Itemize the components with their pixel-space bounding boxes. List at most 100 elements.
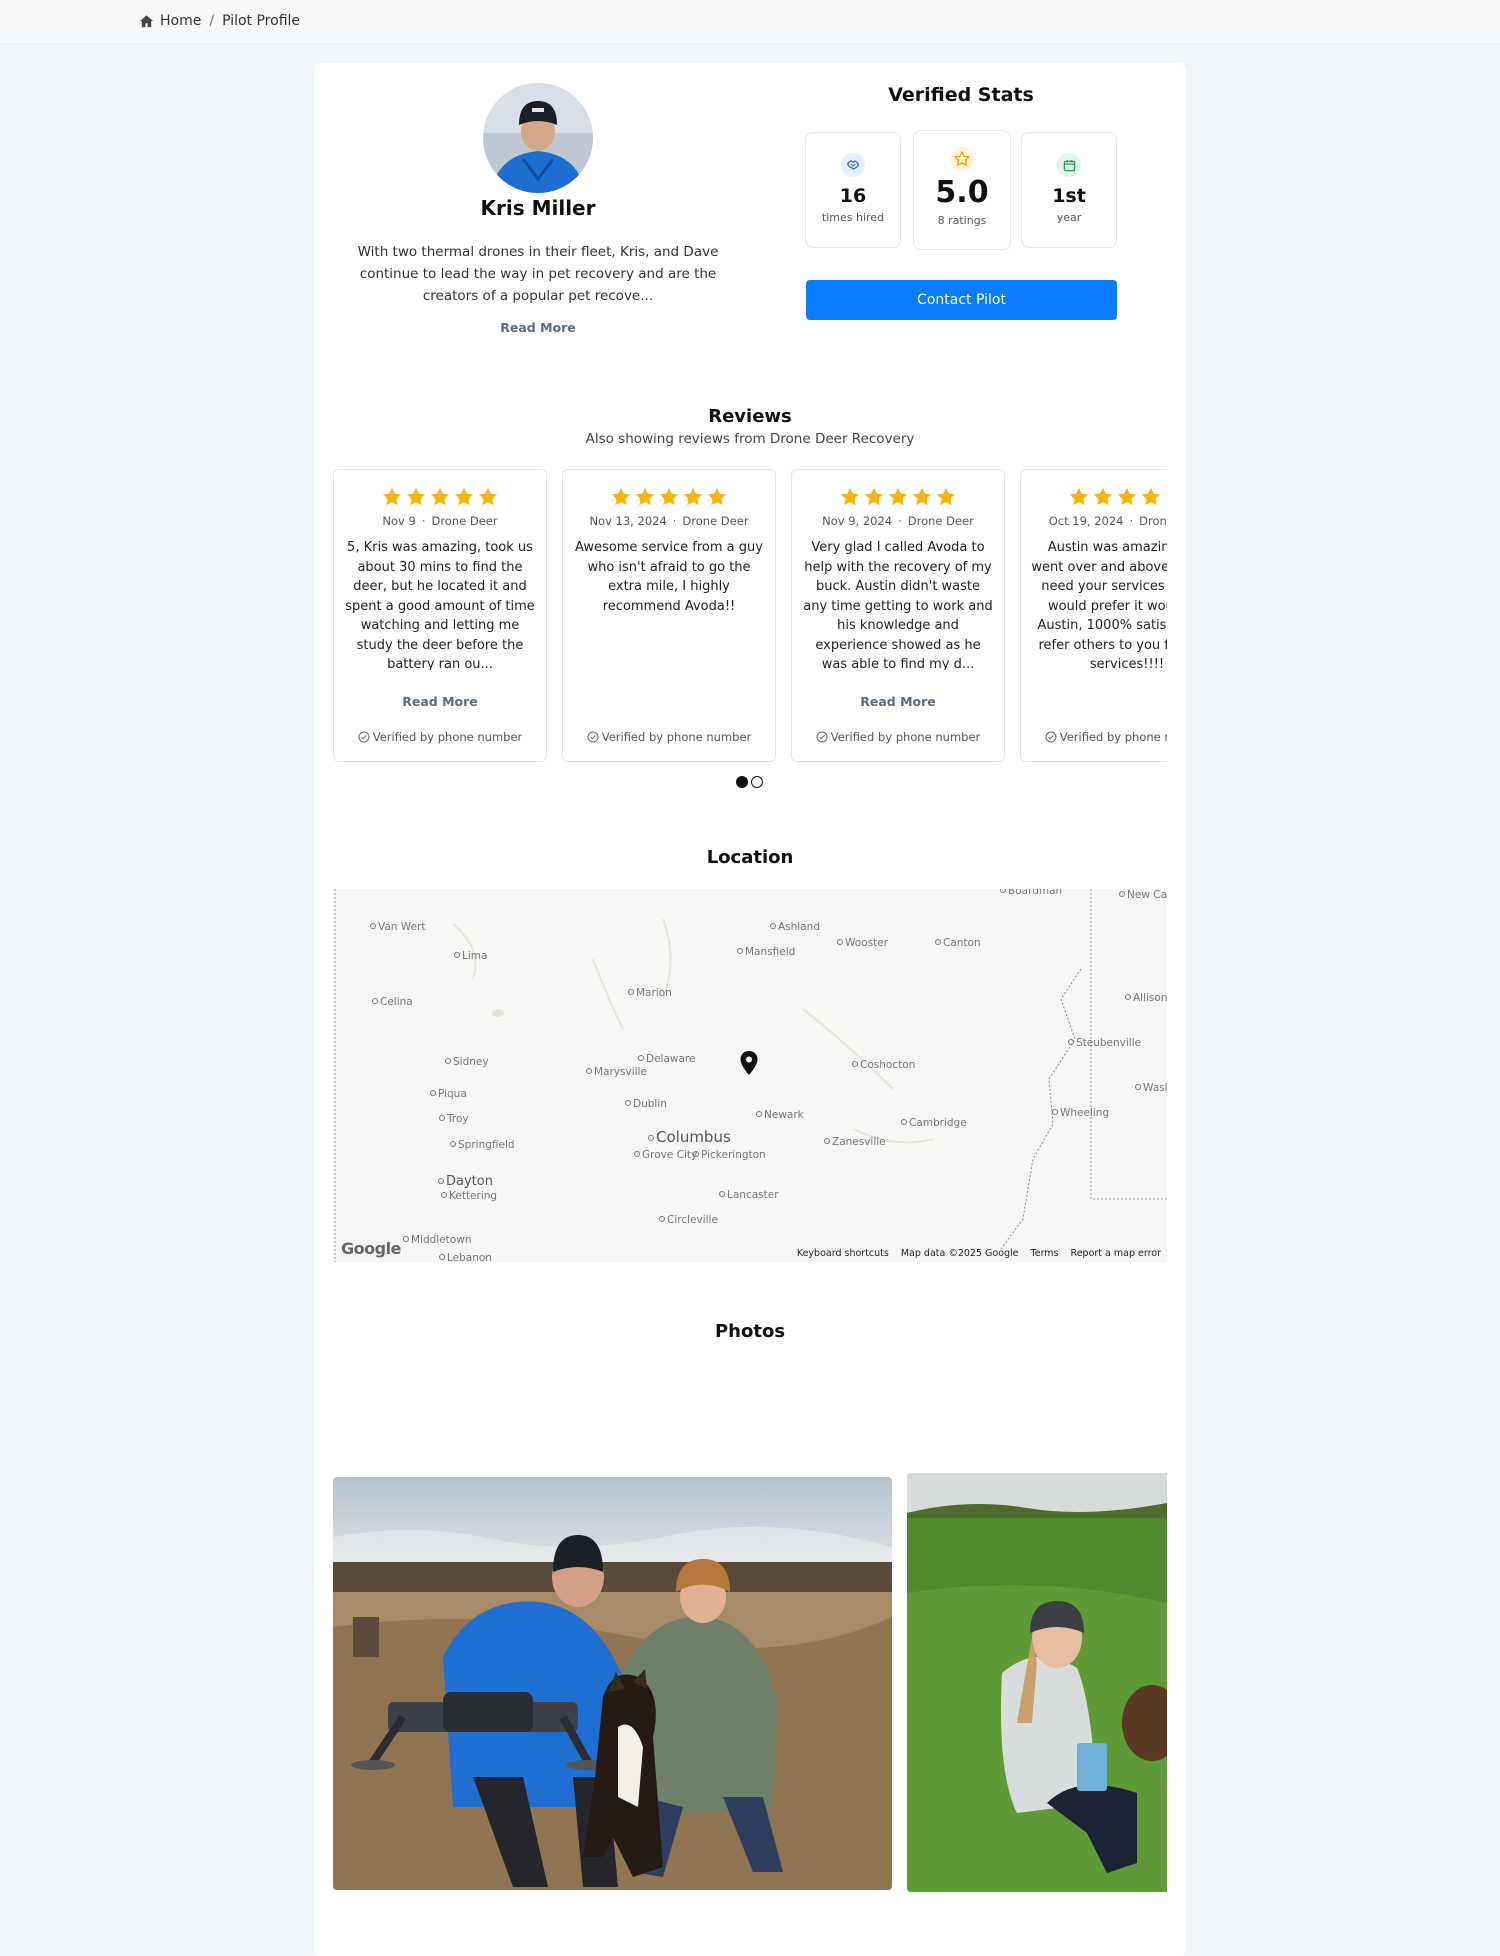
stat-times-hired: 16 times hired [805, 132, 901, 248]
map-city-label: Celina [372, 996, 413, 1008]
keyboard-shortcuts-link[interactable]: Keyboard shortcuts [797, 1248, 889, 1259]
star-icon [659, 487, 679, 506]
home-icon[interactable] [139, 14, 154, 29]
map-city-label: Lima [454, 950, 487, 962]
review-date: Nov 9, 2024 [822, 514, 893, 528]
review-source: Drone Deer [907, 514, 974, 528]
check-circle-icon [816, 731, 828, 743]
review-date: Oct 19, 2024 [1048, 514, 1124, 528]
verified-badge: Verified by phone number [563, 730, 775, 744]
map-city-label: Steubenville [1068, 1037, 1141, 1049]
verified-text: Verified by phone number [601, 730, 752, 744]
review-date: Nov 9 [382, 514, 416, 528]
review-text: Awesome service from a guy who isn't afr… [575, 540, 763, 614]
reviews-carousel[interactable]: Nov 9 · Drone Deer 5, Kris was amazing, to… [333, 469, 1167, 763]
map-city-label: Van Wert [370, 921, 425, 933]
reviews-subtitle: Also showing reviews from Drone Deer Rec… [585, 431, 915, 447]
star-icon [1165, 494, 1167, 496]
star-icon [1141, 487, 1161, 506]
carousel-dot[interactable] [736, 776, 748, 788]
map-city-label: Dublin [625, 1098, 667, 1110]
map-city-label: Zanesville [824, 1136, 886, 1148]
map-city-label: Dayton [438, 1174, 493, 1189]
customer-photo[interactable] [907, 1473, 1167, 1892]
verified-text: Verified by phone number [372, 730, 523, 744]
star-icon [430, 487, 450, 506]
map-data-text: Map data ©2025 Google [900, 1248, 1019, 1259]
star-icon [912, 487, 932, 506]
location-map[interactable]: Van Wert Lima Ashland Mansfield Wooster … [333, 889, 1167, 1262]
review-text: Very glad I called Avoda to help with th… [803, 540, 993, 670]
star-icon [683, 487, 703, 506]
star-icon [1093, 487, 1113, 506]
star-icon [1069, 487, 1089, 506]
verified-text: Verified by phone number [1059, 730, 1167, 744]
star-rating [1021, 486, 1167, 508]
review-meta: Nov 9, 2024 · Drone Deer [822, 514, 974, 528]
review-card: Nov 9, 2024 · Drone Deer Very glad I calle… [791, 469, 1005, 762]
map-city-label: Allison P [1125, 992, 1167, 1004]
terms-link[interactable]: Terms [1031, 1248, 1059, 1259]
review-text: 5, Kris was amazing, took us about 30 mi… [345, 540, 535, 670]
top-bar: Home / Pilot Profile [0, 0, 1500, 44]
carousel-pagination [736, 776, 763, 788]
star-icon [382, 487, 402, 506]
review-card: Nov 13, 2024 · Drone Deer Awesome service … [562, 469, 776, 762]
map-city-label: Grove City [634, 1149, 697, 1161]
star-icon [1117, 487, 1137, 506]
stat-rating-caption: 8 ratings [937, 214, 987, 227]
map-pin-icon[interactable] [740, 1051, 758, 1075]
verified-stats-title: Verified Stats [888, 84, 1034, 106]
star-rating [792, 486, 1004, 508]
review-meta: Nov 9 · Drone Deer [382, 514, 498, 528]
avatar [483, 83, 593, 193]
star-icon [888, 487, 908, 506]
review-read-more-link[interactable]: Read More [334, 694, 546, 709]
verified-badge: Verified by phone number [1021, 730, 1167, 744]
check-circle-icon [358, 731, 370, 743]
pilot-bio: With two thermal drones in their fleet, … [357, 244, 719, 304]
map-city-label: Wooster [837, 937, 888, 949]
stat-hired-value: 16 [839, 185, 867, 207]
map-city-label: Sidney [445, 1056, 489, 1068]
map-city-label: Columbus [648, 1128, 731, 1146]
map-city-label: Mansfield [737, 946, 795, 958]
star-icon [406, 487, 426, 506]
verified-badge: Verified by phone number [792, 730, 1004, 744]
calendar-icon [1057, 153, 1081, 177]
map-city-label: Circleville [659, 1214, 718, 1226]
photos-title: Photos [714, 1321, 786, 1342]
location-title: Location [706, 847, 794, 868]
map-city-label: Canton [935, 937, 981, 949]
stat-rating: 5.0 8 ratings [913, 130, 1011, 250]
star-icon [635, 487, 655, 506]
check-circle-icon [1045, 731, 1057, 743]
map-city-label: New Ca [1119, 889, 1167, 901]
verified-text: Verified by phone number [830, 730, 981, 744]
map-city-label: Lebanon [439, 1252, 492, 1262]
stat-year-value: 1st [1052, 185, 1086, 207]
review-read-more-link[interactable]: Read More [792, 694, 1004, 709]
reviews-title: Reviews [708, 406, 792, 427]
map-city-label: Kettering [441, 1190, 497, 1202]
carousel-dot[interactable] [751, 776, 763, 788]
pilot-photo[interactable] [333, 1477, 892, 1890]
map-attribution: Keyboard shortcuts Map data ©2025 Google… [797, 1248, 1161, 1259]
map-city-label: Middletown [403, 1234, 471, 1246]
star-icon [707, 487, 727, 506]
review-source: Drone Deer [682, 514, 749, 528]
map-city-label: Boardman [1000, 889, 1062, 897]
map-city-label: Delaware [638, 1053, 695, 1065]
star-icon [611, 487, 631, 506]
bio-read-more-link[interactable]: Read More [438, 320, 638, 335]
map-city-label: Pickerington [693, 1149, 766, 1161]
contact-pilot-button[interactable]: Contact Pilot [806, 280, 1117, 320]
review-meta: Nov 13, 2024 · Drone Deer [589, 514, 749, 528]
review-text: Austin was amazing and went over and abo… [1031, 540, 1167, 670]
breadcrumb: Home / Pilot Profile [139, 13, 300, 29]
breadcrumb-home[interactable]: Home [160, 13, 201, 29]
map-city-label: Wasl [1135, 1082, 1167, 1094]
report-map-error-link[interactable]: Report a map error [1071, 1248, 1161, 1259]
stat-rating-value: 5.0 [935, 175, 989, 210]
breadcrumb-current: Pilot Profile [222, 13, 301, 29]
